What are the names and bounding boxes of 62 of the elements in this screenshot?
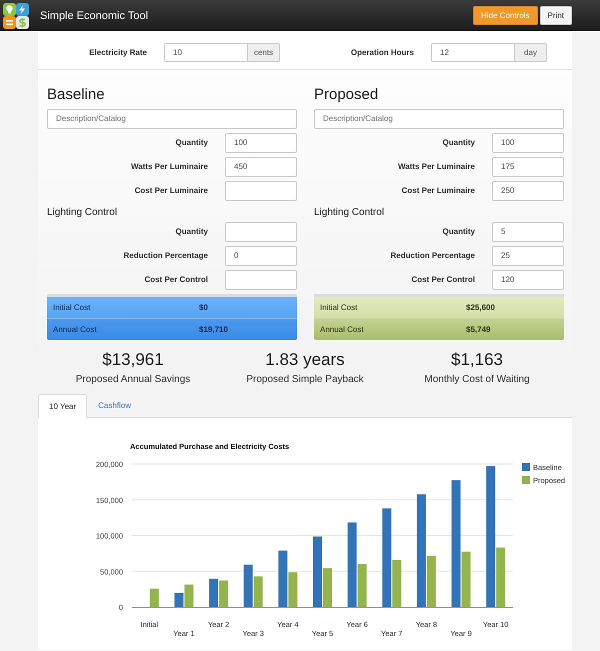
- stat-value: $1,163: [450, 350, 504, 370]
- field-label: Quantity: [176, 227, 209, 236]
- stat-caption: Proposed Annual Savings: [74, 374, 192, 384]
- bar: [209, 578, 218, 606]
- field-label: Reduction Percentage: [390, 251, 476, 260]
- cost-value: $25,600: [466, 302, 495, 312]
- stat-value: $13,961: [101, 350, 165, 370]
- description-field[interactable]: Description/Catalog: [314, 108, 564, 128]
- cost-value: $0: [199, 302, 208, 312]
- chart-tab[interactable]: Cashflow: [87, 394, 142, 416]
- input-field[interactable]: 175: [492, 156, 564, 176]
- cost-value: $19,710: [199, 324, 228, 334]
- input-field[interactable]: [225, 180, 297, 200]
- section-heading: Baseline: [47, 86, 106, 103]
- cost-label: Initial Cost: [53, 302, 92, 312]
- bar: [254, 576, 263, 606]
- cost-label: Annual Cost: [320, 324, 365, 334]
- app-logo-icon: [3, 2, 29, 28]
- print-button[interactable]: Print: [540, 6, 572, 25]
- unit-label: cents: [248, 43, 280, 62]
- bar: [150, 588, 159, 606]
- stat-caption: Proposed Simple Payback: [245, 374, 365, 384]
- bar: [219, 580, 228, 606]
- cost-label: Annual Cost: [53, 324, 98, 334]
- input-field[interactable]: [225, 270, 297, 290]
- stat-caption: Monthly Cost of Waiting: [423, 374, 531, 384]
- input-field[interactable]: 10: [164, 43, 248, 62]
- field-label: Watts Per Luminaire: [130, 162, 209, 171]
- app-title: Simple Economic Tool: [40, 10, 150, 22]
- field-label: Operation Hours: [350, 48, 415, 57]
- field-label: Watts Per Luminaire: [398, 162, 476, 171]
- cost-label: Initial Cost: [320, 302, 358, 312]
- field-label: Cost Per Control: [144, 275, 209, 284]
- input-field[interactable]: 450: [225, 156, 297, 176]
- input-field[interactable]: 0: [225, 246, 297, 266]
- field-label: Quantity: [442, 138, 476, 147]
- input-field[interactable]: 250: [492, 180, 564, 200]
- bar: [244, 564, 253, 606]
- legend-swatch: [522, 476, 530, 484]
- input-field[interactable]: 120: [492, 270, 564, 290]
- cost-value: $5,749: [466, 324, 490, 334]
- field-label: Cost Per Luminaire: [134, 186, 209, 195]
- section-heading: Proposed: [314, 86, 380, 103]
- input-field[interactable]: 12: [431, 43, 515, 62]
- input-field[interactable]: 100: [492, 132, 564, 152]
- input-field[interactable]: 5: [492, 222, 564, 242]
- chart-tab[interactable]: 10 Year: [38, 394, 88, 418]
- unit-label: day: [515, 43, 547, 62]
- field-label: Cost Per Control: [411, 275, 476, 284]
- subsection-heading: Lighting Control: [314, 206, 386, 218]
- input-field[interactable]: [225, 222, 297, 242]
- input-field[interactable]: 25: [492, 246, 564, 266]
- input-field[interactable]: 100: [225, 132, 297, 152]
- field-label: Electricity Rate: [88, 48, 148, 57]
- field-label: Quantity: [176, 138, 209, 147]
- stat-value: 1.83 years: [264, 350, 346, 370]
- field-label: Quantity: [442, 227, 476, 236]
- legend-swatch: [522, 462, 530, 470]
- field-label: Reduction Percentage: [124, 251, 209, 260]
- subsection-heading: Lighting Control: [47, 206, 118, 218]
- description-field[interactable]: Description/Catalog: [47, 108, 297, 128]
- field-label: Cost Per Luminaire: [402, 186, 476, 195]
